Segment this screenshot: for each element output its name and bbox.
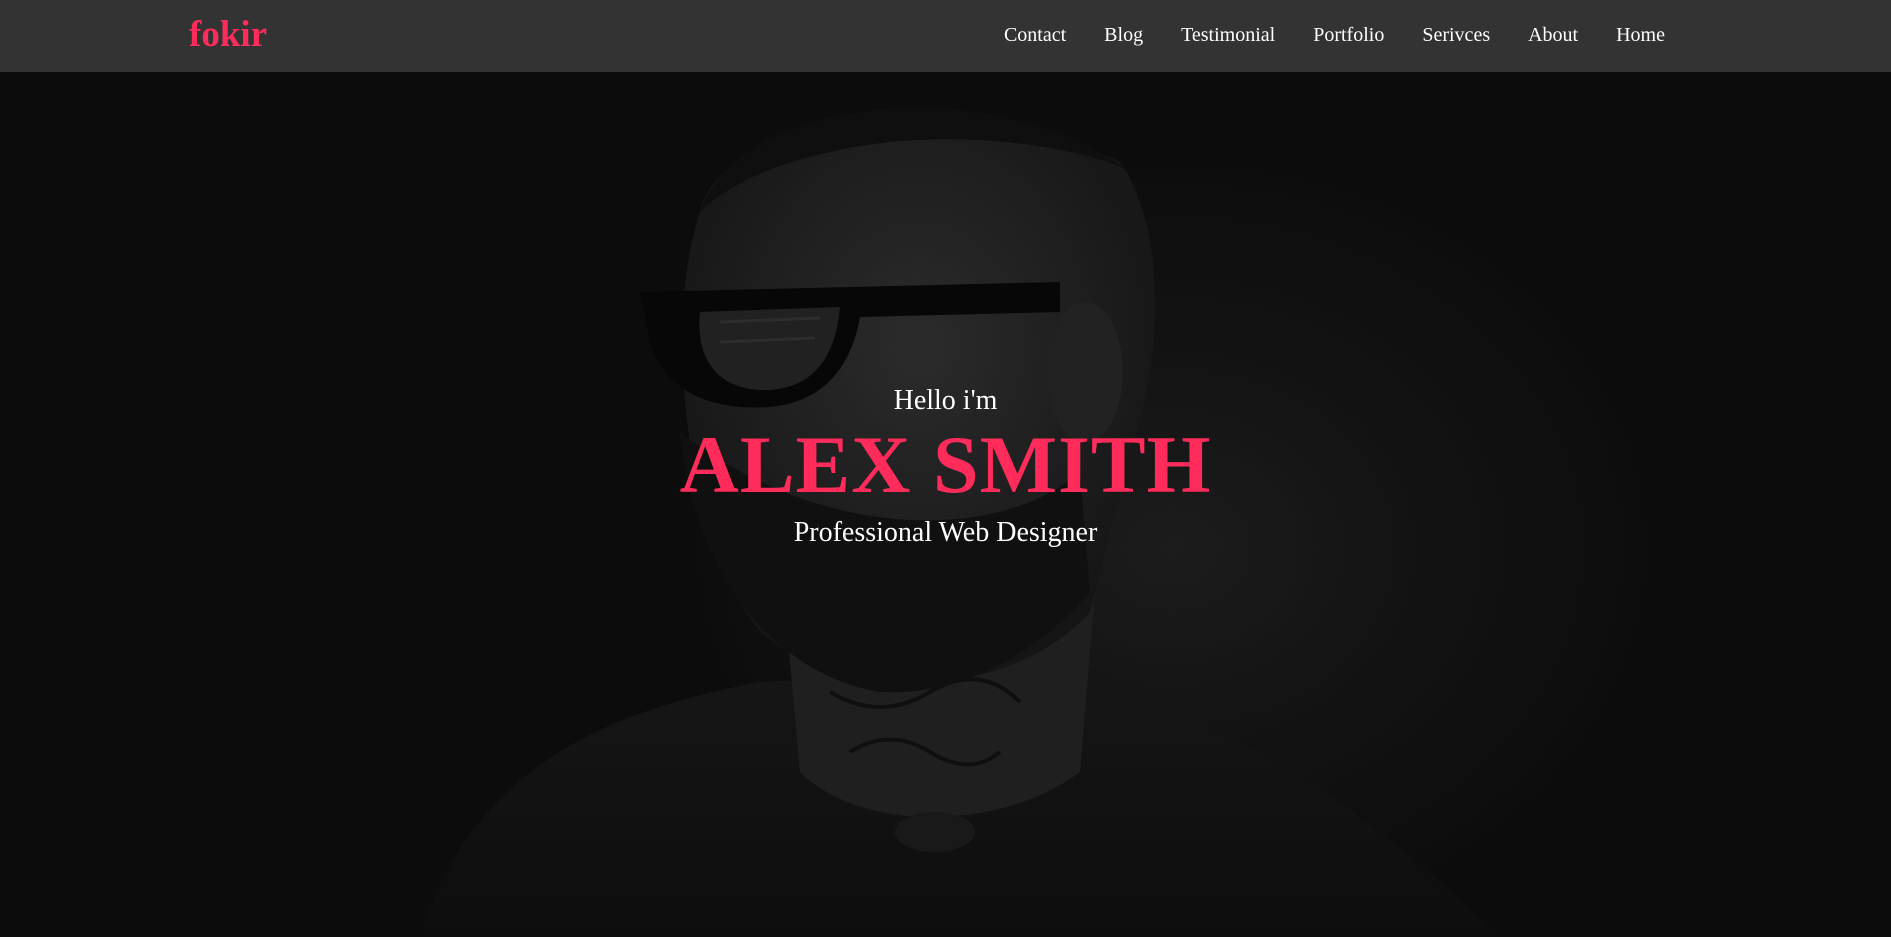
site-logo[interactable]: fokir <box>189 12 267 58</box>
hero-greeting: Hello i'm <box>893 385 998 416</box>
nav-item-portfolio[interactable]: Portfolio <box>1313 22 1384 48</box>
hero-section: Hello i'm ALEX SMITH Professional Web De… <box>0 72 1891 937</box>
nav-item-home[interactable]: Home <box>1616 22 1665 48</box>
hero-name: ALEX SMITH <box>679 419 1212 510</box>
nav-item-about[interactable]: About <box>1528 22 1578 48</box>
nav-item-services[interactable]: Serivces <box>1422 22 1490 48</box>
hero-text: Hello i'm ALEX SMITH Professional Web De… <box>0 72 1891 937</box>
navbar: fokir Contact Blog Testimonial Portfolio… <box>0 0 1891 72</box>
nav-item-testimonial[interactable]: Testimonial <box>1181 22 1275 48</box>
hero-role: Professional Web Designer <box>793 517 1098 548</box>
nav-item-blog[interactable]: Blog <box>1104 22 1143 48</box>
page-frame: fokir Contact Blog Testimonial Portfolio… <box>0 0 1891 937</box>
nav-item-contact[interactable]: Contact <box>1004 22 1066 48</box>
nav-menu: Contact Blog Testimonial Portfolio Seriv… <box>966 22 1665 48</box>
